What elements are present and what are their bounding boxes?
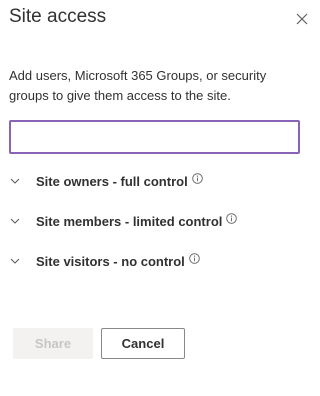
close-icon [296, 13, 308, 25]
group-label: Site owners - full control [36, 173, 188, 189]
group-site-owners[interactable]: Site owners - full control [9, 170, 203, 192]
group-site-members[interactable]: Site members - limited control [9, 210, 238, 232]
info-icon[interactable] [226, 212, 238, 224]
share-button[interactable]: Share [13, 328, 93, 359]
chevron-down-icon [9, 215, 21, 227]
group-label: Site visitors - no control [36, 253, 185, 269]
info-icon[interactable] [189, 252, 200, 264]
info-icon[interactable] [191, 172, 203, 184]
chevron-down-icon [9, 175, 21, 187]
close-button[interactable] [291, 8, 313, 30]
group-label: Site members - limited control [36, 213, 223, 229]
group-site-visitors[interactable]: Site visitors - no control [9, 250, 200, 272]
panel-title: Site access [9, 6, 107, 27]
panel-description: Add users, Microsoft 365 Groups, or secu… [9, 68, 267, 103]
chevron-down-icon [9, 255, 21, 267]
people-picker-input[interactable] [9, 120, 300, 154]
site-access-panel: Site access Add users, Microsoft 365 Gro… [0, 0, 312, 396]
cancel-button[interactable]: Cancel [101, 328, 185, 359]
